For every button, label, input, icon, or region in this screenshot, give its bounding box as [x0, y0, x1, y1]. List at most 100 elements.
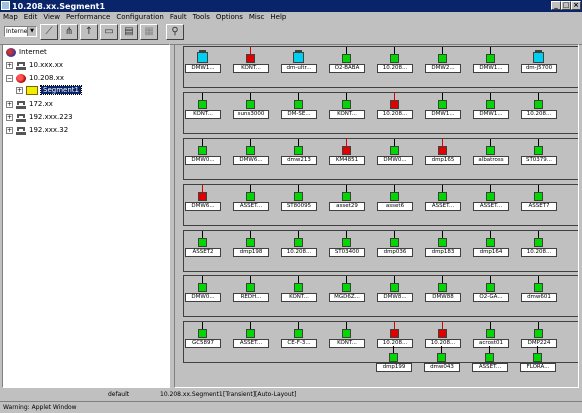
device-node[interactable]: DMW1...	[185, 47, 221, 87]
chevron-down-icon[interactable]: ▼	[27, 27, 36, 36]
menu-item[interactable]: Fault	[167, 13, 190, 21]
view-select[interactable]: Internet ▼	[4, 26, 37, 37]
device-node[interactable]: dmp183	[425, 231, 461, 271]
menu-item[interactable]: View	[40, 13, 63, 21]
device-node[interactable]: ASSET...	[233, 185, 269, 225]
up-arrow-icon[interactable]: ↑	[80, 24, 98, 40]
device-node[interactable]: ASSET...	[233, 322, 269, 362]
device-status-icon[interactable]	[198, 100, 207, 109]
device-status-icon[interactable]	[198, 238, 207, 247]
device-node[interactable]: DM-SE...	[281, 93, 317, 133]
device-node[interactable]: ST0379...	[521, 139, 557, 179]
device-node[interactable]: DMW0...	[377, 139, 413, 179]
device-node[interactable]: DMW88	[425, 276, 461, 316]
device-node[interactable]: GC5897	[185, 322, 221, 362]
device-node[interactable]: dmp199	[376, 346, 412, 386]
device-status-icon[interactable]	[486, 238, 495, 247]
menu-item[interactable]: Options	[213, 13, 246, 21]
device-status-icon[interactable]	[342, 146, 351, 155]
device-status-icon[interactable]	[198, 283, 207, 292]
device-status-icon[interactable]	[390, 238, 399, 247]
device-status-icon[interactable]	[438, 100, 447, 109]
device-node[interactable]: asset29	[329, 185, 365, 225]
device-node[interactable]: dmw601	[521, 276, 557, 316]
device-node[interactable]: 10.208...	[377, 93, 413, 133]
screen-icon[interactable]: ▭	[100, 24, 118, 40]
menu-item[interactable]: Performance	[63, 13, 113, 21]
workstation-icon[interactable]	[197, 50, 208, 63]
device-node[interactable]: REDH...	[233, 276, 269, 316]
device-status-icon[interactable]	[486, 54, 495, 63]
device-status-icon[interactable]	[294, 329, 303, 338]
device-node[interactable]: suns3000	[233, 93, 269, 133]
device-status-icon[interactable]	[342, 283, 351, 292]
device-node[interactable]: O2-BABA	[329, 47, 365, 87]
maximize-icon[interactable]: □	[561, 1, 571, 10]
menu-item[interactable]: Misc	[246, 13, 267, 21]
menu-item[interactable]: Configuration	[113, 13, 166, 21]
device-node[interactable]: CE-F-3...	[281, 322, 317, 362]
device-status-icon[interactable]	[390, 100, 399, 109]
device-status-icon[interactable]	[437, 353, 446, 362]
device-status-icon[interactable]	[534, 238, 543, 247]
device-status-icon[interactable]	[294, 283, 303, 292]
device-node[interactable]: ASSET2	[185, 231, 221, 271]
tree-node[interactable]: + 172.xx	[6, 99, 53, 109]
device-status-icon[interactable]	[198, 192, 207, 201]
device-node[interactable]: dmp036	[377, 231, 413, 271]
device-status-icon[interactable]	[486, 100, 495, 109]
menu-item[interactable]: Tools	[190, 13, 213, 21]
device-status-icon[interactable]	[390, 54, 399, 63]
device-node[interactable]: KONT...	[233, 47, 269, 87]
collapse-icon[interactable]: −	[6, 74, 13, 82]
device-node[interactable]: ASSET...	[425, 185, 461, 225]
grid-icon[interactable]: ▦	[140, 24, 158, 40]
device-status-icon[interactable]	[294, 238, 303, 247]
device-status-icon[interactable]	[342, 329, 351, 338]
device-status-icon[interactable]	[294, 146, 303, 155]
device-status-icon[interactable]	[534, 146, 543, 155]
device-node[interactable]: 10.208...	[521, 93, 557, 133]
device-node[interactable]: KONT...	[185, 93, 221, 133]
device-node[interactable]: ASSET...	[473, 185, 509, 225]
device-node[interactable]: dmw043	[424, 346, 460, 386]
device-node[interactable]: ST03400	[329, 231, 365, 271]
workstation-icon[interactable]	[533, 50, 544, 63]
device-node[interactable]: albatross	[473, 139, 509, 179]
device-node[interactable]: KONT...	[329, 322, 365, 362]
device-node[interactable]: DMW1...	[473, 47, 509, 87]
device-status-icon[interactable]	[294, 192, 303, 201]
device-status-icon[interactable]	[198, 329, 207, 338]
device-status-icon[interactable]	[438, 329, 447, 338]
device-status-icon[interactable]	[294, 100, 303, 109]
device-node[interactable]: DMW1...	[425, 93, 461, 133]
minimize-icon[interactable]: _	[551, 1, 561, 10]
device-node[interactable]: DMW1...	[473, 93, 509, 133]
device-status-icon[interactable]	[246, 100, 255, 109]
device-node[interactable]: MGD6Z...	[329, 276, 365, 316]
panel-icon[interactable]: ▤	[120, 24, 138, 40]
device-status-icon[interactable]	[533, 353, 542, 362]
device-status-icon[interactable]	[534, 192, 543, 201]
device-status-icon[interactable]	[534, 100, 543, 109]
device-status-icon[interactable]	[534, 283, 543, 292]
device-status-icon[interactable]	[246, 283, 255, 292]
device-node[interactable]: DMW8...	[377, 276, 413, 316]
device-node[interactable]: DMW0...	[185, 139, 221, 179]
device-node[interactable]: asset6	[377, 185, 413, 225]
device-status-icon[interactable]	[342, 100, 351, 109]
expand-icon[interactable]: +	[16, 86, 23, 94]
device-node[interactable]: dmp164	[473, 231, 509, 271]
device-status-icon[interactable]	[534, 329, 543, 338]
device-node[interactable]: DMW2...	[425, 47, 461, 87]
device-status-icon[interactable]	[390, 329, 399, 338]
tree-node[interactable]: + 192.xxx.32	[6, 125, 68, 135]
device-status-icon[interactable]	[389, 353, 398, 362]
device-status-icon[interactable]	[342, 192, 351, 201]
workstation-icon[interactable]	[293, 50, 304, 63]
device-node[interactable]: dm-j5700	[521, 47, 557, 87]
device-status-icon[interactable]	[246, 329, 255, 338]
device-status-icon[interactable]	[438, 54, 447, 63]
device-node[interactable]: DMW6...	[185, 185, 221, 225]
device-node[interactable]: dmp198	[233, 231, 269, 271]
